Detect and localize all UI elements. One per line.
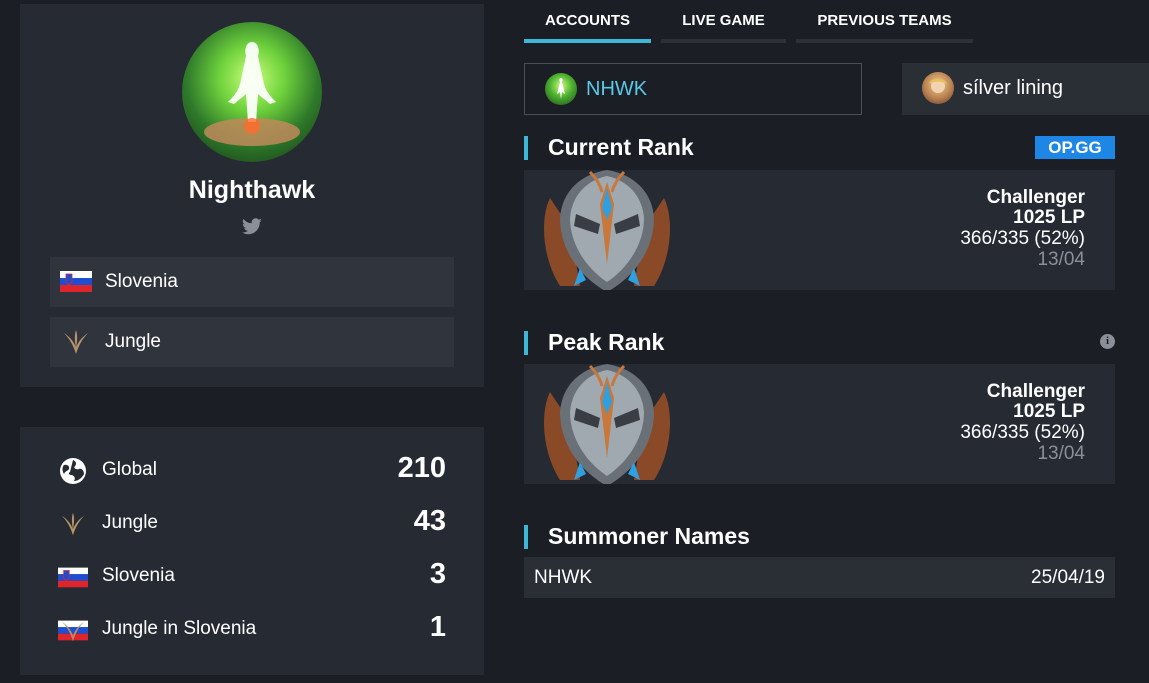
current-rank-date: 13/04 <box>1037 249 1085 270</box>
section-accent-bar <box>524 136 528 160</box>
challenger-emblem-icon <box>544 170 670 290</box>
peak-rank-tier: Challenger <box>986 381 1085 402</box>
role-row: Jungle <box>50 317 454 367</box>
profile-card: Nighthawk Slovenia Jungle <box>20 4 484 387</box>
current-rank-header: Current Rank <box>524 134 924 162</box>
slovenia-flag-icon <box>58 567 88 588</box>
account-icon <box>545 73 577 105</box>
tab-live-game[interactable]: LIVE GAME <box>661 0 786 43</box>
jungle-slovenia-icon <box>58 620 88 642</box>
jungle-icon <box>64 330 88 354</box>
ranking-label: Global <box>102 459 157 480</box>
account-name: sílver lining <box>963 77 1064 99</box>
peak-rank-header: Peak Rank <box>524 329 924 357</box>
ranking-global-row: Global 210 <box>58 452 446 492</box>
ranking-label: Jungle <box>102 512 158 533</box>
player-name: Nighthawk <box>188 176 316 204</box>
section-accent-bar <box>524 331 528 355</box>
ranking-value: 3 <box>429 558 446 590</box>
summoner-names-header: Summoner Names <box>524 523 924 551</box>
country-label: Slovenia <box>105 271 178 292</box>
avatar-art-icon <box>204 42 300 146</box>
account-name: NHWK <box>586 78 648 100</box>
section-accent-bar <box>524 525 528 549</box>
role-label: Jungle <box>105 331 161 352</box>
current-rank-lp: 1025 LP <box>1013 207 1085 228</box>
country-row: Slovenia <box>50 257 454 307</box>
peak-rank-lp: 1025 LP <box>1013 401 1085 422</box>
peak-rank-title: Peak Rank <box>548 329 665 355</box>
player-avatar <box>182 22 322 162</box>
slovenia-flag-icon <box>60 271 92 292</box>
peak-rank-winloss: 366/335 (52%) <box>960 422 1085 443</box>
peak-rank-date: 13/04 <box>1037 443 1085 464</box>
ranking-value: 210 <box>397 452 446 484</box>
twitter-icon[interactable] <box>241 218 263 236</box>
peak-rank-box: Challenger 1025 LP 366/335 (52%) 13/04 <box>524 364 1115 484</box>
ranking-jungle-row: Jungle 43 <box>58 505 446 545</box>
account-chip-nhwk[interactable]: NHWK <box>524 63 862 115</box>
summoner-name-date: 25/04/19 <box>1031 567 1105 588</box>
challenger-emblem-icon <box>544 364 670 484</box>
tab-previous-teams[interactable]: PREVIOUS TEAMS <box>796 0 973 43</box>
ranking-country-row: Slovenia 3 <box>58 558 446 598</box>
ranking-value: 43 <box>413 505 446 537</box>
tab-accounts[interactable]: ACCOUNTS <box>524 0 651 43</box>
ranking-label: Slovenia <box>102 565 175 586</box>
opgg-link[interactable]: OP.GG <box>1035 136 1115 159</box>
current-rank-winloss: 366/335 (52%) <box>960 228 1085 249</box>
summoner-name-row: NHWK 25/04/19 <box>524 557 1115 598</box>
summoner-names-title: Summoner Names <box>548 523 750 549</box>
account-icon <box>922 72 954 104</box>
rankings-card: Global 210 Jungle 43 Slovenia 3 Jungle i… <box>20 427 484 675</box>
ranking-jungle-country-row: Jungle in Slovenia 1 <box>58 611 446 651</box>
jungle-icon <box>61 512 85 536</box>
info-icon[interactable]: i <box>1100 334 1115 349</box>
current-rank-tier: Challenger <box>986 187 1085 208</box>
ranking-value: 1 <box>429 611 446 643</box>
current-rank-box: Challenger 1025 LP 366/335 (52%) 13/04 <box>524 170 1115 290</box>
account-chip-silver-lining[interactable]: sílver lining <box>902 63 1149 115</box>
ranking-label: Jungle in Slovenia <box>102 618 257 639</box>
summoner-name: NHWK <box>534 567 593 588</box>
current-rank-title: Current Rank <box>548 134 694 160</box>
globe-icon <box>60 458 86 484</box>
